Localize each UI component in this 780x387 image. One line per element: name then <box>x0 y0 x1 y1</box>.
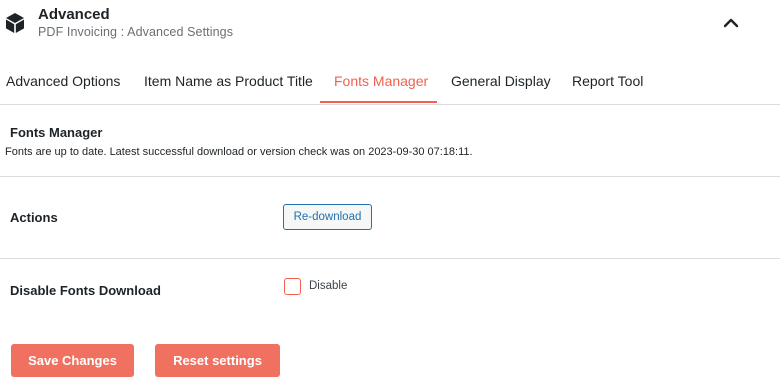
disable-checkbox-label[interactable]: Disable <box>309 280 347 292</box>
divider <box>0 176 780 177</box>
tab-item-name-as-product-title[interactable]: Item Name as Product Title <box>144 73 313 89</box>
disable-fonts-download-label: Disable Fonts Download <box>10 283 161 298</box>
tab-fonts-manager[interactable]: Fonts Manager <box>334 73 428 89</box>
actions-label: Actions <box>10 210 58 225</box>
save-changes-button[interactable]: Save Changes <box>11 344 134 377</box>
section-title: Fonts Manager <box>10 125 103 140</box>
disable-checkbox[interactable] <box>284 278 301 295</box>
tab-report-tool[interactable]: Report Tool <box>572 73 643 89</box>
panel-header: Advanced PDF Invoicing : Advanced Settin… <box>0 0 780 60</box>
cube-icon <box>6 13 24 33</box>
reset-settings-button[interactable]: Reset settings <box>155 344 280 377</box>
tab-general-display[interactable]: General Display <box>451 73 551 89</box>
divider <box>0 258 780 259</box>
active-tab-indicator <box>320 101 437 103</box>
settings-tabs: Advanced Options Item Name as Product Ti… <box>0 60 780 105</box>
tab-advanced-options[interactable]: Advanced Options <box>6 73 120 89</box>
panel-subtitle: PDF Invoicing : Advanced Settings <box>38 25 234 39</box>
panel-title: Advanced <box>38 6 110 23</box>
chevron-up-icon[interactable] <box>722 16 740 30</box>
section-description: Fonts are up to date. Latest successful … <box>5 146 473 158</box>
re-download-button[interactable]: Re-download <box>283 204 372 230</box>
